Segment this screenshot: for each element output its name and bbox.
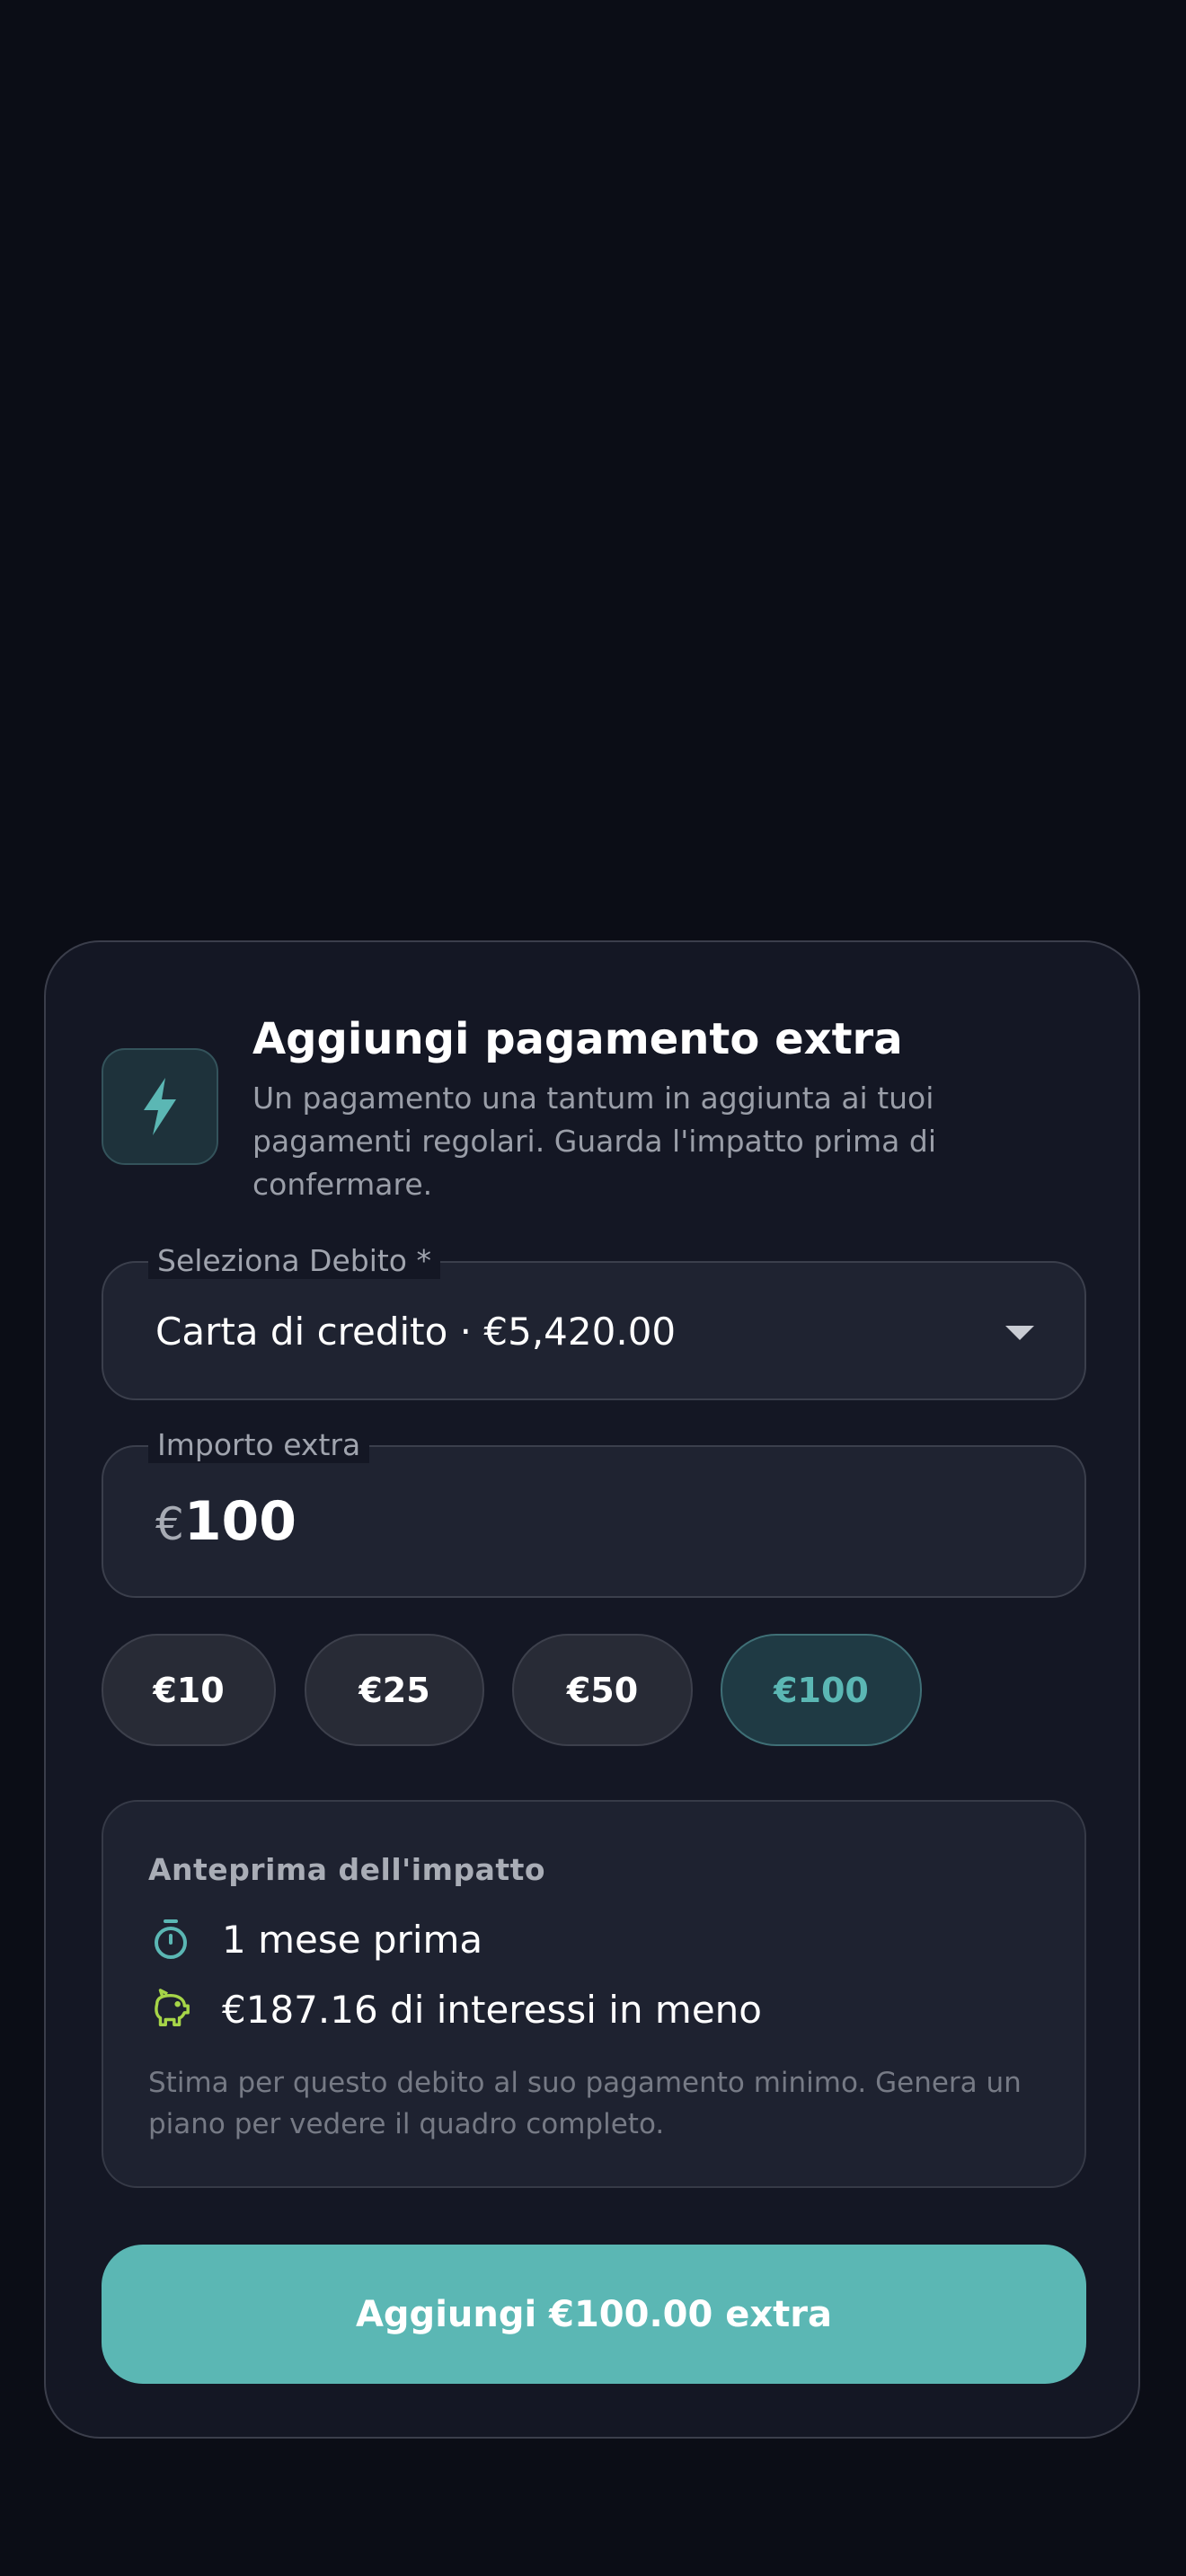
currency-symbol: € bbox=[155, 1498, 184, 1550]
impact-interest-text: €187.16 di interessi in meno bbox=[222, 1987, 762, 2032]
impact-row-time: 1 mese prima bbox=[148, 1917, 482, 1962]
amount-display: € 100 bbox=[155, 1490, 296, 1553]
debt-select-value: Carta di credito · €5,420.00 bbox=[155, 1310, 677, 1354]
extra-payment-sheet: Aggiungi pagamento extra Un pagamento un… bbox=[44, 940, 1140, 2439]
amount-value: 100 bbox=[183, 1490, 297, 1553]
page: Aggiungi pagamento extra Un pagamento un… bbox=[0, 0, 1186, 2576]
quick-amount-50-button[interactable]: €50 bbox=[512, 1634, 693, 1746]
extra-amount-input[interactable]: Importo extra € 100 bbox=[102, 1427, 1086, 1598]
impact-note: Stima per questo debito al suo pagamento… bbox=[148, 2067, 1022, 2140]
stopwatch-icon bbox=[148, 1917, 193, 1962]
chevron-down-icon bbox=[1005, 1326, 1034, 1340]
extra-amount-label: Importo extra bbox=[148, 1427, 370, 1463]
impact-time-text: 1 mese prima bbox=[222, 1917, 483, 1962]
quick-amount-25-button[interactable]: €25 bbox=[305, 1634, 484, 1746]
impact-preview-card: Anteprima dell'impatto 1 mese prima €187… bbox=[102, 1800, 1086, 2188]
header-icon-tile bbox=[102, 1048, 218, 1165]
piggy-bank-icon bbox=[148, 1987, 193, 2032]
dialog-subtitle: Un pagamento una tantum in aggiunta ai t… bbox=[252, 1081, 936, 1202]
dialog-title: Aggiungi pagamento extra bbox=[252, 1014, 903, 1064]
impact-preview-title: Anteprima dell'impatto bbox=[148, 1852, 546, 1887]
quick-amount-10-button[interactable]: €10 bbox=[102, 1634, 276, 1746]
debt-select-label: Seleziona Debito * bbox=[148, 1243, 440, 1279]
add-extra-payment-button[interactable]: Aggiungi €100.00 extra bbox=[102, 2245, 1086, 2384]
lightning-bolt-icon bbox=[144, 1078, 176, 1135]
impact-row-interest: €187.16 di interessi in meno bbox=[148, 1987, 762, 2032]
debt-select[interactable]: Seleziona Debito * Carta di credito · €5… bbox=[102, 1243, 1086, 1400]
quick-amount-100-button[interactable]: €100 bbox=[721, 1634, 922, 1746]
